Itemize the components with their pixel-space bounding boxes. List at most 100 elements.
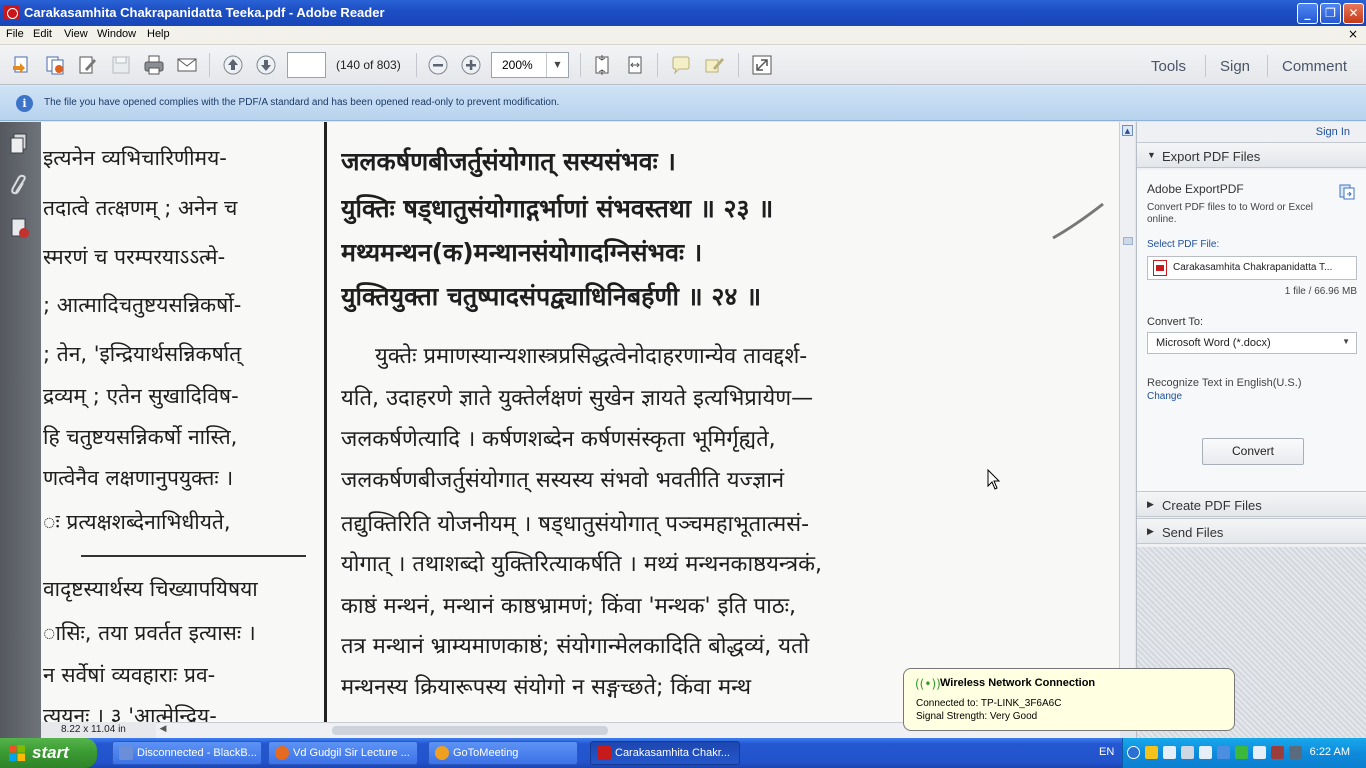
document-close-icon[interactable]: × [1348,27,1358,41]
selected-file-name: Carakasamhita Chakrapanidatta T... [1173,262,1333,273]
menu-help[interactable]: Help [147,28,170,40]
sign-in-link[interactable]: Sign In [1316,126,1350,138]
start-button[interactable]: start [0,738,97,768]
print-icon[interactable] [142,53,166,77]
taskbar-item-label: Vd Gudgil Sir Lecture ... [293,747,410,759]
tools-panel: Sign In ▼ Export PDF Files Adobe ExportP… [1136,122,1366,738]
verse-line: मथ्यमन्थन(क)मन्थानसंयोगादग्निसंभवः । [341,238,703,267]
minimize-button[interactable]: _ [1297,3,1318,24]
page-right-column: जलकर्षणबीजर्तुसंयोगात् सस्यसंभवः । युक्त… [341,122,961,722]
text-line: न सर्वेषां व्यवहाराः प्रव- [43,663,216,687]
toolbar: (140 of 803) 200% ▼ Tools Sign Comment [0,45,1366,85]
tray-app-icon[interactable] [1163,746,1176,759]
balloon-signal-strength: Signal Strength: Very Good [916,711,1038,722]
wireless-notification-balloon[interactable]: ((•)) Wireless Network Connection Connec… [903,668,1235,731]
previous-page-icon[interactable] [221,53,245,77]
restore-button[interactable]: ❐ [1320,3,1341,24]
convert-to-select[interactable]: Microsoft Word (*.docx) ▼ [1147,332,1357,354]
tools-pane-link[interactable]: Tools [1151,58,1186,75]
menu-view[interactable]: View [64,28,88,40]
wireless-signal-icon: ((•)) [915,677,941,691]
toolbar-separator [416,53,417,77]
taskbar-item-gotomeeting[interactable]: GoToMeeting [428,741,578,765]
balloon-title: Wireless Network Connection [940,677,1096,689]
full-screen-icon[interactable] [750,53,774,77]
send-files-header[interactable]: ▶ Send Files [1137,518,1366,544]
taskbar-item-browser[interactable]: Vd Gudgil Sir Lecture ... [268,741,418,765]
create-pdf-icon[interactable] [10,53,34,77]
combine-files-icon[interactable] [43,53,67,77]
page-size-label: 8.22 x 11.04 in [41,722,156,738]
taskbar-item-adobe-reader[interactable]: Carakasamhita Chakr... [590,741,740,765]
commentary-line: मन्थनस्य क्रियारूपस्य संयोगो न सङ्गच्छते… [341,675,752,700]
email-icon[interactable] [175,53,199,77]
highlight-icon[interactable] [702,53,726,77]
zoom-out-icon[interactable] [426,53,450,77]
change-language-link[interactable]: Change [1147,391,1182,402]
chevron-down-icon[interactable]: ▼ [546,53,568,77]
footnote-rule [81,555,306,557]
scroll-left-icon[interactable]: ◀ [156,724,170,734]
document-view[interactable]: इत्यनेन व्यभिचारिणीमय- तदात्वे तत्क्षणम्… [41,122,1119,722]
edit-pdf-icon[interactable] [76,53,100,77]
export-service-icon[interactable] [1339,184,1355,200]
fit-width-icon[interactable] [623,53,647,77]
horizontal-scroll-thumb[interactable] [332,726,608,735]
network-icon[interactable] [1217,746,1230,759]
menu-edit[interactable]: Edit [33,28,52,40]
sticky-note-icon[interactable] [669,53,693,77]
create-pdf-header[interactable]: ▶ Create PDF Files [1137,491,1366,517]
volume-icon[interactable] [1253,746,1266,759]
taskbar-item-blackboard[interactable]: Disconnected - BlackB... [112,741,262,765]
comment-pane-link[interactable]: Comment [1282,58,1347,75]
zoom-value: 200% [502,58,533,72]
vertical-scroll-thumb[interactable] [1123,237,1133,245]
text-line: ; तेन, 'इन्द्रियार्थसन्निकर्षात् [43,342,242,366]
tray-arrow-icon[interactable] [1127,746,1140,759]
tray-app-icon[interactable] [1289,746,1302,759]
clock[interactable]: 6:22 AM [1310,746,1350,758]
selected-pdf-file[interactable]: Carakasamhita Chakrapanidatta T... [1147,256,1357,280]
verse-line: युक्तियुक्ता चतुष्पादसंपद्व्याधिनिबर्हणी… [341,282,762,311]
text-line: त्ययनः । ३ 'आत्मेन्द्रिय- [43,704,217,722]
send-files-header-label: Send Files [1162,525,1224,540]
verse-line: युक्तिः षड्धातुसंयोगाद्गर्भाणां संभवस्तथ… [341,194,774,223]
tray-app-icon[interactable] [1271,746,1284,759]
convert-button[interactable]: Convert [1202,438,1304,465]
page-thumbnails-icon[interactable] [8,132,32,156]
export-pdf-header[interactable]: ▼ Export PDF Files [1137,142,1366,168]
menu-file[interactable]: File [6,28,24,40]
scroll-up-icon[interactable]: ▲ [1122,125,1133,136]
close-button[interactable]: ✕ [1343,3,1364,24]
safely-remove-icon[interactable] [1199,746,1212,759]
next-page-icon[interactable] [254,53,278,77]
convert-to-label: Convert To: [1147,316,1204,328]
ocr-language-label: Recognize Text in English(U.S.) [1147,377,1302,389]
zoom-in-icon[interactable] [459,53,483,77]
fit-page-icon[interactable] [590,53,614,77]
attachments-icon[interactable] [8,174,32,198]
text-line: इत्यनेन व्यभिचारिणीमय- [43,146,227,170]
signatures-icon[interactable] [8,216,32,240]
sign-pane-link[interactable]: Sign [1220,58,1250,75]
pdfa-info-bar: i The file you have opened complies with… [0,86,1366,121]
chevron-down-icon: ▼ [1342,337,1350,346]
language-indicator[interactable]: EN [1099,746,1114,758]
wireless-tray-icon[interactable] [1235,746,1248,759]
text-line: ; आत्मादिचतुष्टयसन्निकर्षो- [43,293,242,317]
zoom-select[interactable]: 200% ▼ [491,52,569,78]
tray-app-icon[interactable] [1145,746,1158,759]
taskbar-item-label: Disconnected - BlackB... [137,747,257,759]
menu-window[interactable]: Window [97,28,136,40]
export-pdf-header-label: Export PDF Files [1162,149,1261,164]
navigation-pane [0,122,41,738]
text-line: हि चतुष्टयसन्निकर्षो नास्ति, [43,425,238,449]
page-number-input[interactable] [287,52,326,78]
vertical-scrollbar[interactable]: ▲ [1119,122,1135,722]
text-line: वादृष्टस्यार्थस्य चिख्यापयिषया [43,577,258,601]
tray-app-icon[interactable] [1181,746,1194,759]
save-icon[interactable] [109,53,133,77]
commentary-line: योगात् । तथाशब्दो युक्तिरित्याकर्षति । म… [341,552,823,577]
collapsed-triangle-icon: ▶ [1147,526,1154,536]
verse-line: जलकर्षणबीजर्तुसंयोगात् सस्यसंभवः । [341,147,676,176]
